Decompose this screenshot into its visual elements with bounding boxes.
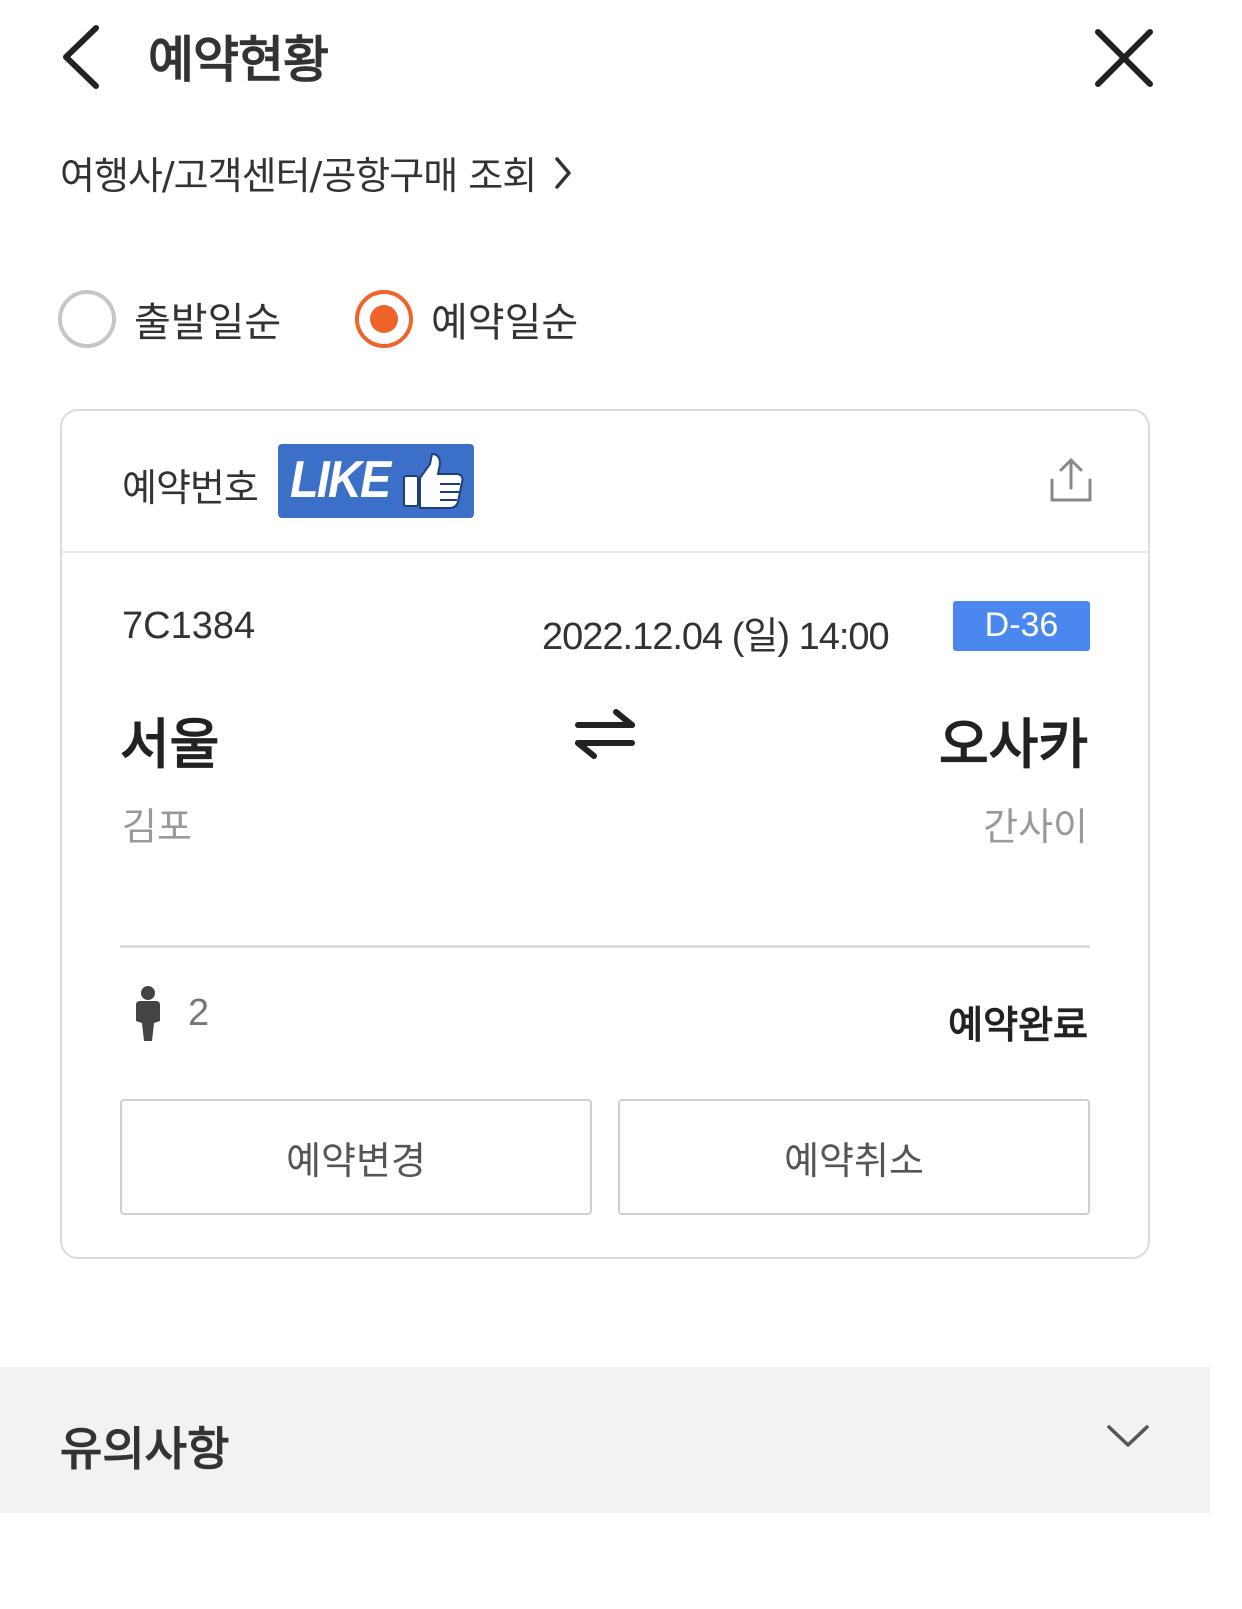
share-button[interactable] <box>1046 456 1096 506</box>
share-icon <box>1050 458 1092 502</box>
sort-by-departure-radio[interactable]: 출발일순 <box>58 290 281 348</box>
notice-accordion[interactable]: 유의사항 <box>0 1367 1210 1513</box>
close-icon <box>1095 29 1153 87</box>
chevron-right-icon <box>555 156 571 189</box>
flight-number: 7C1384 <box>122 605 256 647</box>
back-button[interactable] <box>58 24 110 90</box>
chevron-down-icon <box>1107 1425 1149 1447</box>
change-reservation-button[interactable]: 예약변경 <box>120 1099 592 1215</box>
notice-title: 유의사항 <box>60 1422 230 1476</box>
agency-lookup-label: 여행사/고객센터/공항구매 조회 <box>60 154 537 198</box>
destination-city: 오사카 <box>938 713 1088 776</box>
destination-airport: 간사이 <box>983 805 1088 849</box>
sort-by-reservation-label: 예약일순 <box>431 300 579 346</box>
reservation-number-badge: LIKE <box>278 444 474 518</box>
radio-circle-selected <box>355 290 413 348</box>
card-header-divider <box>62 551 1148 553</box>
reservation-status: 예약완료 <box>948 1003 1088 1047</box>
cancel-reservation-button[interactable]: 예약취소 <box>618 1099 1090 1215</box>
person-icon <box>132 985 164 1043</box>
close-button[interactable] <box>1092 26 1156 90</box>
card-divider <box>120 945 1090 948</box>
badge-text: LIKE <box>290 451 391 509</box>
departure-datetime: 2022.12.04 (일) 14:00 <box>542 616 890 658</box>
page-title: 예약현황 <box>148 31 329 89</box>
radio-circle-unselected <box>58 290 116 348</box>
sort-by-departure-label: 출발일순 <box>134 300 282 346</box>
thumbs-up-icon <box>403 452 464 509</box>
back-arrow-icon <box>63 25 99 89</box>
agency-lookup-link[interactable]: 여행사/고객센터/공항구매 조회 <box>60 145 572 200</box>
reservation-number-label: 예약번호 <box>122 466 259 510</box>
sort-by-reservation-radio[interactable]: 예약일순 <box>355 290 578 348</box>
origin-airport: 김포 <box>122 805 192 849</box>
passenger-count: 2 <box>188 992 210 1034</box>
origin-city: 서울 <box>120 713 220 776</box>
dday-badge: D-36 <box>953 601 1090 651</box>
swap-arrows-icon <box>572 708 638 760</box>
